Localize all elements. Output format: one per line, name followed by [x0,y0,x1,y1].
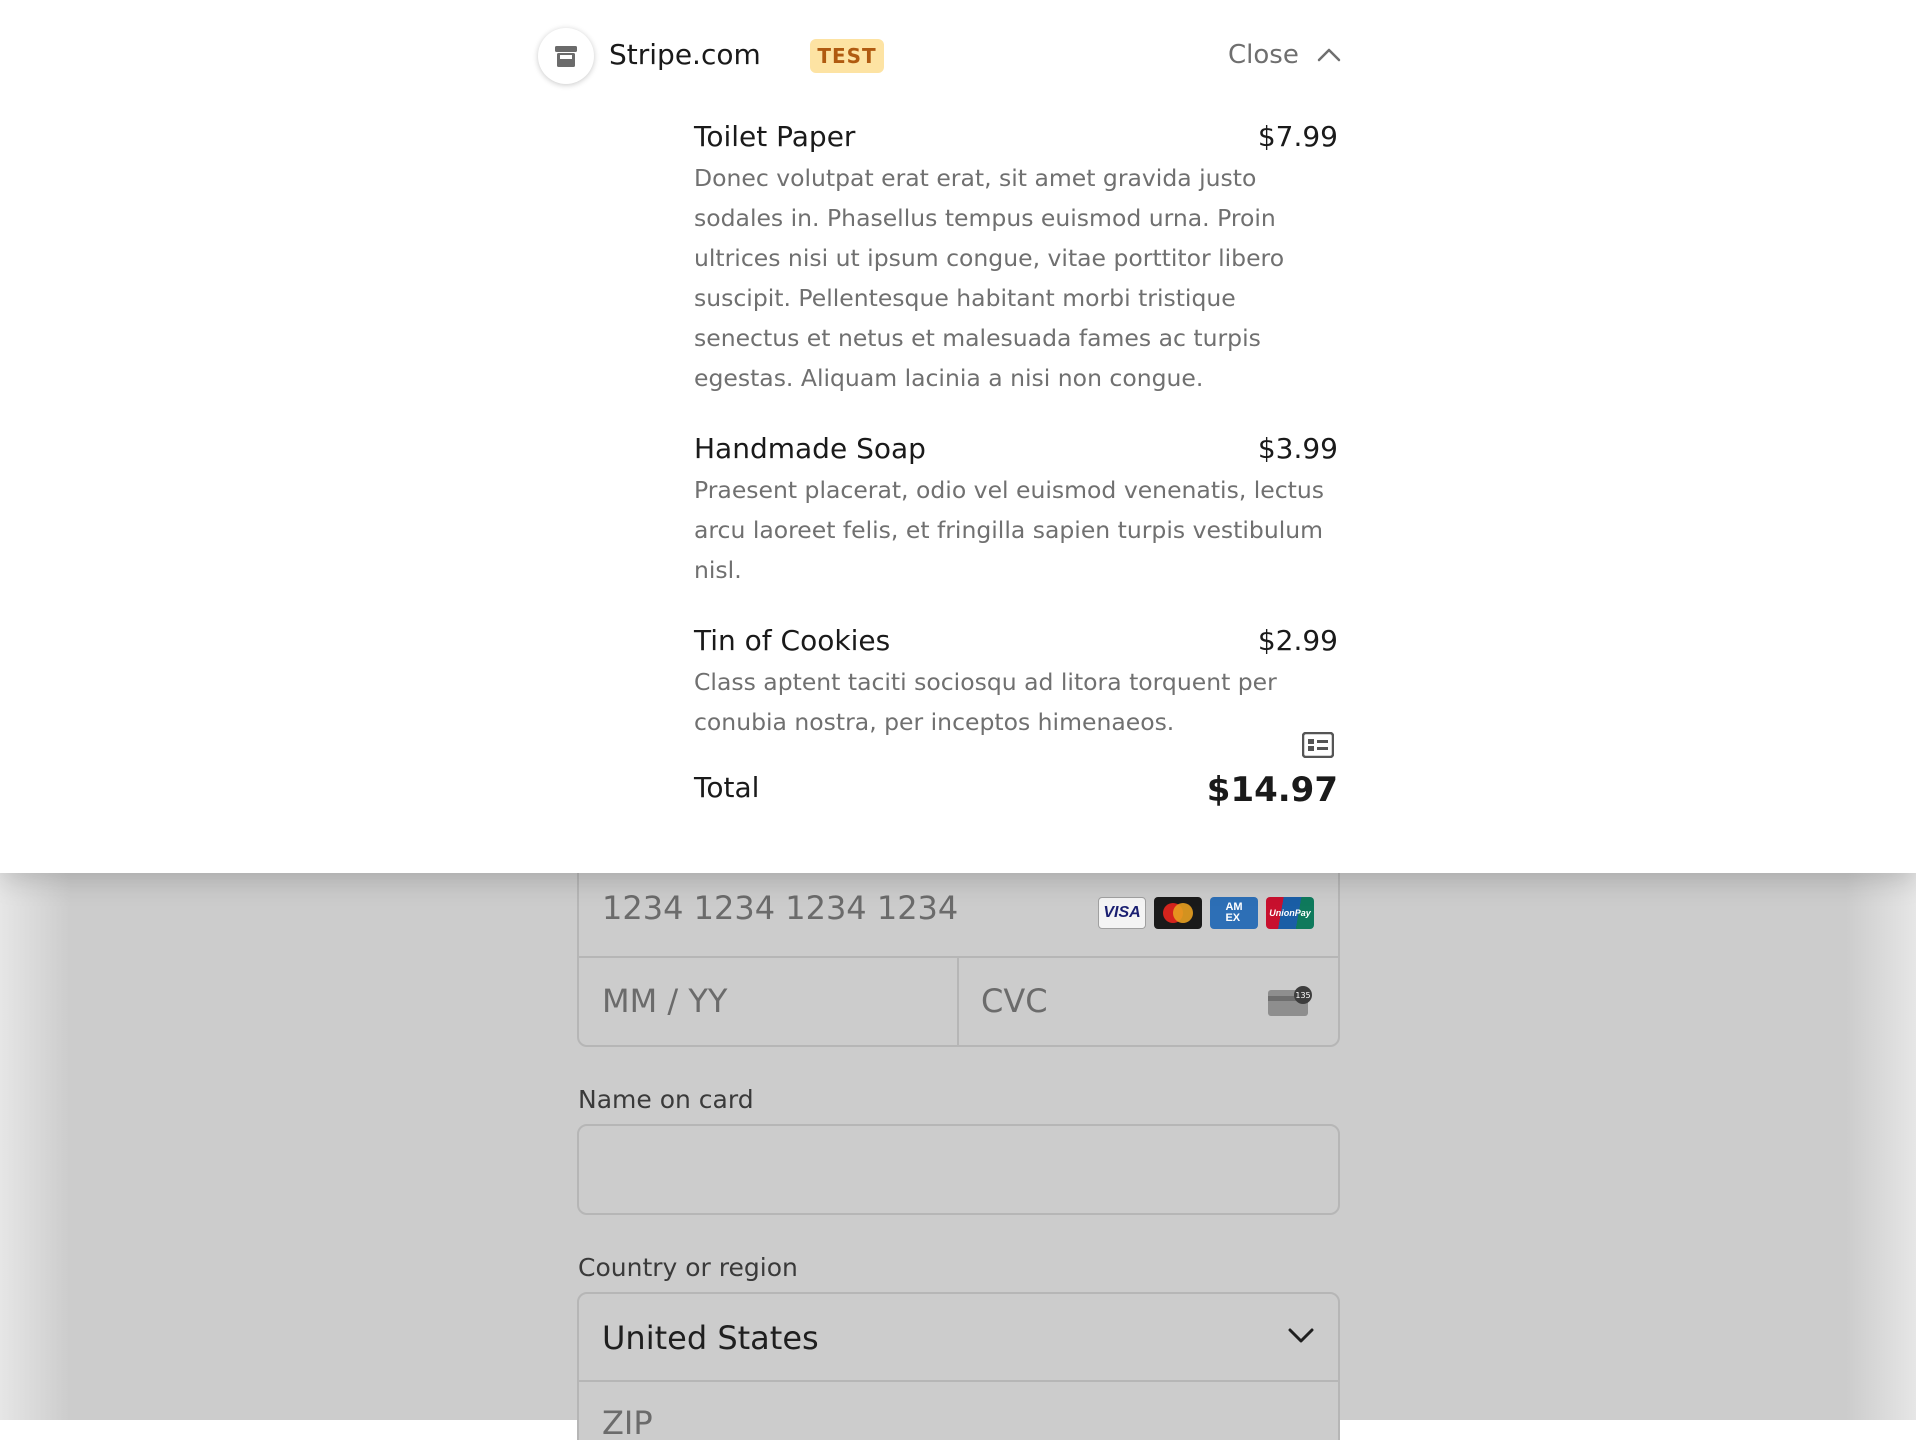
chevron-up-icon [1317,48,1341,62]
cvc-card-icon: 135 [1268,986,1312,1016]
line-item-price: $2.99 [1257,624,1338,657]
close-summary-button[interactable]: Close [1228,40,1341,70]
zip-placeholder: ZIP [602,1404,653,1442]
name-on-card-label: Name on card [578,1085,754,1114]
chevron-down-icon [1288,1328,1314,1343]
cvc-hint-text: 135 [1295,991,1310,1000]
line-item-description: Donec volutpat erat erat, sit amet gravi… [694,164,1285,392]
order-summary-panel: Stripe.com TEST Close Toilet Paper $7.99… [0,0,1916,873]
country-select[interactable]: United States [577,1292,1340,1382]
unionpay-icon: UnionPay [1266,897,1314,929]
cvc-input[interactable]: CVC 135 [957,956,1340,1047]
expiry-placeholder: MM / YY [602,982,728,1020]
line-item-price: $3.99 [1257,432,1338,465]
card-number-placeholder: 1234 1234 1234 1234 [602,889,959,927]
receipt-icon[interactable] [1302,732,1334,758]
close-label: Close [1228,40,1299,70]
store-icon [555,46,577,67]
test-mode-badge: TEST [810,39,884,73]
line-item-description: Class aptent taciti sociosqu ad litora t… [694,668,1277,736]
country-label: Country or region [578,1253,798,1282]
line-item-name: Toilet Paper [694,120,856,153]
total-amount: $14.97 [1206,770,1338,810]
card-number-input[interactable]: 1234 1234 1234 1234 VISA AM EX UnionPay [577,865,1340,958]
zip-input[interactable]: ZIP [577,1380,1340,1442]
line-item-name: Handmade Soap [694,432,926,465]
amex-icon: AM EX [1210,897,1258,929]
store-avatar [538,28,594,84]
cvc-placeholder: CVC [981,982,1048,1020]
visa-icon: VISA [1098,897,1146,929]
expiry-input[interactable]: MM / YY [577,956,959,1047]
total-label: Total [694,771,760,804]
line-item-description: Praesent placerat, odio vel euismod vene… [694,476,1325,584]
line-item-price: $7.99 [1257,120,1338,153]
name-on-card-input[interactable] [577,1124,1340,1215]
country-value: United States [602,1319,819,1357]
merchant-name: Stripe.com [609,38,761,71]
line-item-name: Tin of Cookies [694,624,891,657]
card-brand-icons: VISA AM EX UnionPay [1098,897,1314,929]
mastercard-icon [1154,897,1202,929]
